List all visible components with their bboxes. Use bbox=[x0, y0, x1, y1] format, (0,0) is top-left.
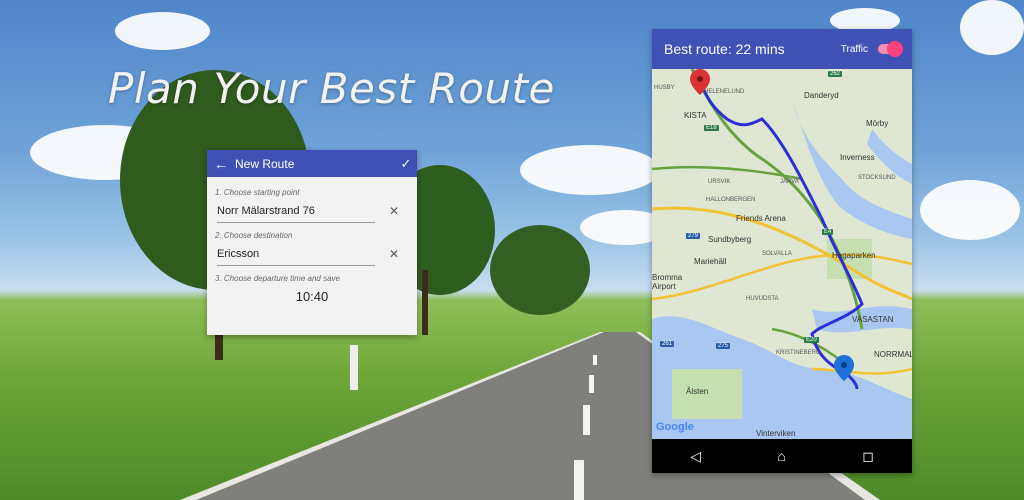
road-shield: E20 bbox=[804, 337, 819, 343]
map-label-vasastan: VASASTAN bbox=[852, 315, 894, 324]
step-destination-label: 2. Choose destination bbox=[215, 231, 293, 240]
map-label-kristineberg: KRISTINEBERG bbox=[776, 350, 821, 356]
departure-time[interactable]: 10:40 bbox=[207, 289, 417, 304]
start-field[interactable]: Norr Mälarstrand 76 ✕ bbox=[217, 203, 399, 223]
new-route-dialog: ← New Route ✓ 1. Choose starting point N… bbox=[207, 150, 417, 335]
map-label-danderyd: Danderyd bbox=[804, 91, 839, 100]
map-label-husby: HUSBY bbox=[654, 85, 675, 91]
road-shield: 275 bbox=[716, 343, 731, 349]
map-label-solvalla: SOLVALLA bbox=[762, 251, 792, 257]
phone-screen: Best route: 22 mins Traffic Danderyd Mör… bbox=[652, 29, 912, 473]
map-label-morby: Mörby bbox=[866, 119, 889, 128]
recents-square-icon[interactable]: ◻ bbox=[862, 448, 874, 465]
map-label-helenelund: HELENELUND bbox=[704, 89, 745, 95]
check-icon[interactable]: ✓ bbox=[395, 156, 417, 172]
road-shield: 279 bbox=[686, 233, 701, 239]
headline: Plan Your Best Route bbox=[108, 64, 555, 113]
back-triangle-icon[interactable]: ◁ bbox=[690, 448, 701, 465]
toggle-knob bbox=[887, 41, 903, 57]
traffic-toggle[interactable] bbox=[878, 41, 903, 57]
map-label-friends-arena: Friends Arena bbox=[736, 214, 786, 223]
map-label-vinterviken: Vinterviken bbox=[756, 429, 796, 438]
traffic-label: Traffic bbox=[840, 43, 868, 55]
clear-start-icon[interactable]: ✕ bbox=[389, 203, 399, 220]
road-shield: E18 bbox=[704, 125, 719, 131]
route-title: Best route: 22 mins bbox=[664, 41, 785, 57]
road-shield: 261 bbox=[660, 341, 675, 347]
map-label-huvudsta: HUVUDSTA bbox=[746, 296, 779, 302]
start-value: Norr Mälarstrand 76 bbox=[217, 205, 315, 217]
dialog-toolbar: ← New Route ✓ bbox=[207, 150, 417, 177]
home-circle-icon[interactable]: ⌂ bbox=[777, 448, 785, 464]
clear-destination-icon[interactable]: ✕ bbox=[389, 246, 399, 263]
map-label-alsten: Ålsten bbox=[686, 387, 709, 396]
map-label-hagaparken: Hagaparken bbox=[832, 251, 876, 260]
map-view[interactable]: Danderyd Mörby Inverness STOCKSUND HUSBY… bbox=[652, 69, 912, 439]
map-label-sundbyberg: Sundbyberg bbox=[708, 235, 752, 244]
map-label-mariehall: Mariehäll bbox=[694, 257, 727, 266]
route-toolbar: Best route: 22 mins Traffic bbox=[652, 29, 912, 69]
back-arrow-icon[interactable]: ← bbox=[207, 156, 235, 172]
map-label-normalm: NORRMALM bbox=[874, 350, 912, 359]
step-start-label: 1. Choose starting point bbox=[215, 188, 300, 197]
road-shield: E4 bbox=[822, 229, 834, 235]
map-label-inverness: Inverness bbox=[840, 153, 875, 162]
road-shield: 262 bbox=[828, 71, 843, 77]
map-label-jarva: JÄRVA bbox=[780, 179, 799, 185]
google-logo: Google bbox=[656, 421, 694, 433]
map-label-hallonbergen: HALLONBERGEN bbox=[706, 197, 756, 203]
destination-value: Ericsson bbox=[217, 248, 260, 260]
map-label-kista: KISTA bbox=[684, 111, 707, 120]
map-label-ursvik: URSVIK bbox=[708, 179, 731, 185]
map-label-stocksund: STOCKSUND bbox=[858, 175, 896, 181]
step-time-label: 3. Choose departure time and save bbox=[215, 274, 340, 283]
map-label-bromma-airport: Bromma Airport bbox=[652, 273, 683, 291]
dialog-title: New Route bbox=[235, 156, 295, 171]
android-nav-bar: ◁ ⌂ ◻ bbox=[652, 439, 912, 473]
destination-field[interactable]: Ericsson ✕ bbox=[217, 246, 399, 266]
